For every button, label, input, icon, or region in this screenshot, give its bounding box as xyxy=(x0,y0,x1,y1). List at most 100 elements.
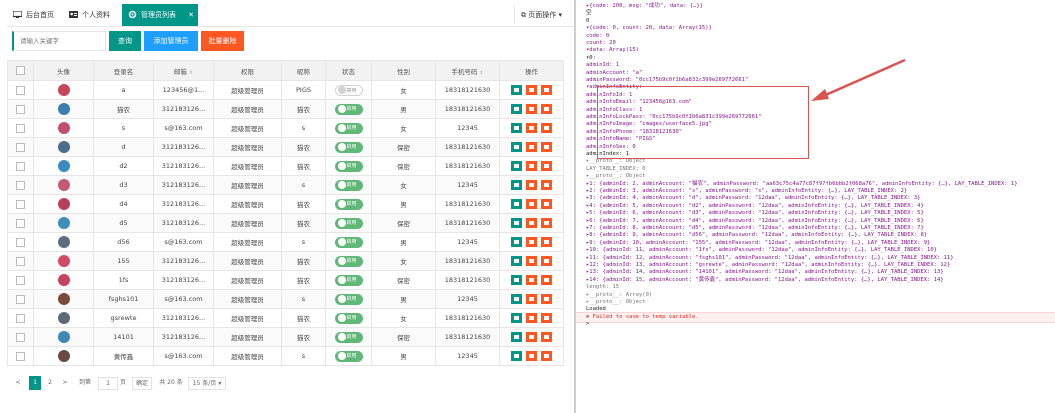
delete-button[interactable] xyxy=(526,123,537,133)
status-toggle[interactable]: 启用 xyxy=(334,122,363,134)
checkbox[interactable] xyxy=(16,294,25,304)
add-admin-button[interactable]: 添加管理员 xyxy=(144,31,198,51)
remove-button[interactable] xyxy=(541,142,552,152)
sort-icon[interactable]: ⇕ xyxy=(189,70,193,76)
row-select[interactable] xyxy=(7,308,34,328)
checkbox[interactable] xyxy=(16,256,25,266)
next-page-button[interactable]: > xyxy=(61,376,69,390)
edit-button[interactable] xyxy=(511,104,522,114)
edit-button[interactable] xyxy=(511,313,522,323)
delete-button[interactable] xyxy=(526,199,537,209)
edit-button[interactable] xyxy=(511,85,522,95)
tab-admin-list[interactable]: 管理员列表 ✕ xyxy=(122,4,198,26)
search-button[interactable]: 查询 xyxy=(109,31,141,51)
row-select[interactable] xyxy=(7,270,34,290)
status-toggle[interactable]: 启用 xyxy=(334,160,363,172)
remove-button[interactable] xyxy=(541,256,552,266)
status-toggle[interactable]: 启用 xyxy=(334,331,363,343)
status-toggle[interactable]: 禁用 xyxy=(334,84,363,96)
remove-button[interactable] xyxy=(541,313,552,323)
remove-button[interactable] xyxy=(541,351,552,361)
status-toggle[interactable]: 启用 xyxy=(334,217,363,229)
status-toggle[interactable]: 启用 xyxy=(334,350,363,362)
checkbox[interactable] xyxy=(16,351,25,361)
tab-profile[interactable]: 个人资料 xyxy=(63,4,121,26)
remove-button[interactable] xyxy=(541,161,552,171)
row-select[interactable] xyxy=(7,80,34,100)
edit-button[interactable] xyxy=(511,180,522,190)
row-select[interactable] xyxy=(7,118,34,138)
delete-button[interactable] xyxy=(526,294,537,304)
status-toggle[interactable]: 启用 xyxy=(334,274,363,286)
delete-button[interactable] xyxy=(526,237,537,247)
checkbox[interactable] xyxy=(16,180,25,190)
delete-button[interactable] xyxy=(526,332,537,342)
sort-icon[interactable]: ⇕ xyxy=(479,70,483,76)
checkbox[interactable] xyxy=(16,275,25,285)
status-toggle[interactable]: 启用 xyxy=(334,312,363,324)
remove-button[interactable] xyxy=(541,275,552,285)
row-select[interactable] xyxy=(7,175,34,195)
edit-button[interactable] xyxy=(511,275,522,285)
delete-button[interactable] xyxy=(526,351,537,361)
delete-button[interactable] xyxy=(526,85,537,95)
edit-button[interactable] xyxy=(511,123,522,133)
row-select[interactable] xyxy=(7,156,34,176)
remove-button[interactable] xyxy=(541,85,552,95)
page-operations-dropdown[interactable]: ⧉ 页面操作 ▾ xyxy=(514,6,568,24)
status-toggle[interactable]: 启用 xyxy=(334,293,363,305)
edit-button[interactable] xyxy=(511,218,522,228)
goto-page-input[interactable]: 1 xyxy=(98,377,118,390)
edit-button[interactable] xyxy=(511,237,522,247)
prev-page-button[interactable]: < xyxy=(14,376,22,390)
remove-button[interactable] xyxy=(541,199,552,209)
edit-button[interactable] xyxy=(511,294,522,304)
row-select[interactable] xyxy=(7,194,34,214)
console-line[interactable]: ▸14: {adminId: 15, adminAccount: "黄传鑫", … xyxy=(586,276,944,284)
delete-button[interactable] xyxy=(526,104,537,114)
delete-button[interactable] xyxy=(526,161,537,171)
header-phone[interactable]: 手机号码 ⇕ xyxy=(435,60,500,81)
delete-button[interactable] xyxy=(526,180,537,190)
checkbox[interactable] xyxy=(16,332,25,342)
edit-button[interactable] xyxy=(511,351,522,361)
search-input[interactable] xyxy=(12,31,106,51)
edit-button[interactable] xyxy=(511,332,522,342)
edit-button[interactable] xyxy=(511,142,522,152)
row-select[interactable] xyxy=(7,289,34,309)
checkbox[interactable] xyxy=(16,142,25,152)
checkbox[interactable] xyxy=(16,104,25,114)
edit-button[interactable] xyxy=(511,199,522,209)
header-select-all[interactable] xyxy=(7,60,34,81)
page-2-button[interactable]: 2 xyxy=(45,376,55,390)
checkbox[interactable] xyxy=(16,161,25,171)
edit-button[interactable] xyxy=(511,256,522,266)
remove-button[interactable] xyxy=(541,104,552,114)
row-select[interactable] xyxy=(7,137,34,157)
status-toggle[interactable]: 启用 xyxy=(334,141,363,153)
delete-button[interactable] xyxy=(526,142,537,152)
remove-button[interactable] xyxy=(541,237,552,247)
page-size-select[interactable]: 15 条/页 ▾ xyxy=(188,377,226,390)
remove-button[interactable] xyxy=(541,294,552,304)
checkbox[interactable] xyxy=(16,237,25,247)
remove-button[interactable] xyxy=(541,332,552,342)
checkbox[interactable] xyxy=(16,199,25,209)
row-select[interactable] xyxy=(7,232,34,252)
edit-button[interactable] xyxy=(511,161,522,171)
status-toggle[interactable]: 启用 xyxy=(334,236,363,248)
row-select[interactable] xyxy=(7,251,34,271)
checkbox[interactable] xyxy=(16,66,25,75)
header-email[interactable]: 邮箱 ⇕ xyxy=(153,60,214,81)
delete-button[interactable] xyxy=(526,256,537,266)
delete-button[interactable] xyxy=(526,275,537,285)
remove-button[interactable] xyxy=(541,218,552,228)
row-select[interactable] xyxy=(7,346,34,366)
checkbox[interactable] xyxy=(16,313,25,323)
remove-button[interactable] xyxy=(541,180,552,190)
status-toggle[interactable]: 启用 xyxy=(334,103,363,115)
row-select[interactable] xyxy=(7,99,34,119)
goto-confirm-button[interactable]: 确定 xyxy=(132,377,152,390)
page-1-button[interactable]: 1 xyxy=(29,376,41,390)
checkbox[interactable] xyxy=(16,218,25,228)
